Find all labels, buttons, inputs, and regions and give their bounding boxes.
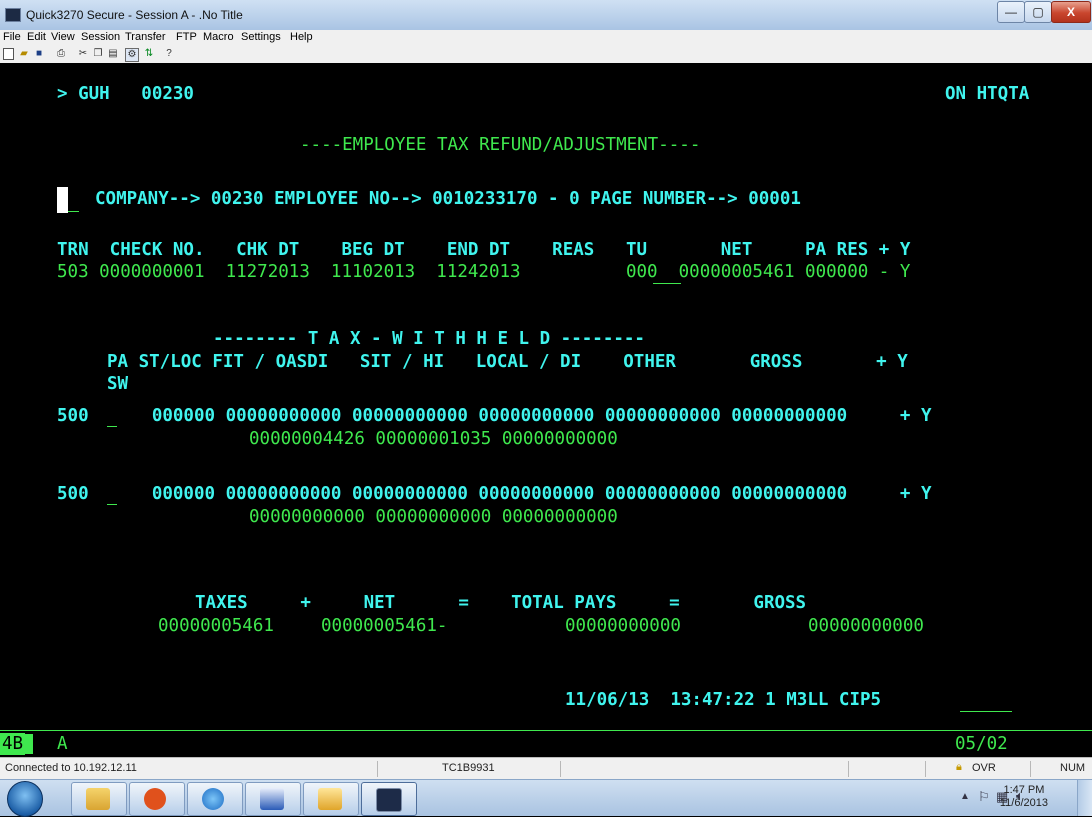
office-app-icon (144, 788, 166, 810)
show-desktop-button[interactable] (1077, 780, 1092, 816)
copy-icon[interactable]: ❐ (92, 48, 104, 60)
numlock-indicator: NUM (1060, 762, 1086, 774)
overwrite-indicator: OVR (972, 762, 996, 774)
maximize-button[interactable]: ▢ (1024, 1, 1052, 23)
taskbar-explorer[interactable] (71, 782, 127, 816)
quick3270-icon (376, 788, 402, 812)
menu-settings[interactable]: Settings (241, 31, 281, 43)
taskbar-office[interactable] (129, 782, 185, 816)
status-bar: Connected to 10.192.12.11 TC1B9931 🔒︎ OV… (0, 757, 1092, 780)
oia-mode: A (57, 734, 68, 754)
cut-icon[interactable]: ✂ (77, 48, 89, 60)
transaction-header: > GUH 00230 (57, 84, 194, 104)
footer-timestamp: 11/06/13 13:47:22 1 M3LL CIP5 (565, 690, 882, 710)
taskbar: ▲ ⚐ ▦ 🔈︎ 1:47 PM 11/6/2013 (0, 779, 1092, 817)
connection-status: Connected to 10.192.12.11 (5, 762, 137, 774)
tax-row-2: 500 000000 00000000000 00000000000 00000… (57, 484, 932, 504)
menu-transfer[interactable]: Transfer (125, 31, 166, 43)
tax-header-sw: SW (107, 374, 129, 394)
tax-row-2-line2: 00000000000 00000000000 00000000000 (249, 507, 618, 527)
gross-value: 00000000000 (808, 616, 924, 636)
oia-block (24, 734, 33, 754)
reason-input[interactable] (653, 283, 681, 284)
menu-file[interactable]: File (3, 31, 21, 43)
oia-cursor-position: 05/02 (955, 734, 1008, 754)
outlook-icon (318, 788, 342, 810)
action-center-flag-icon[interactable]: ⚐ (978, 789, 990, 805)
tax-row-1: 500 000000 00000000000 00000000000 00000… (57, 406, 932, 426)
menu-help[interactable]: Help (290, 31, 313, 43)
new-icon[interactable] (3, 48, 14, 60)
footer-input[interactable] (960, 711, 1012, 712)
title-bar: Quick3270 Secure - Session A - .No Title… (0, 0, 1092, 30)
region-indicator: ON HTQTA (945, 84, 1030, 104)
system-clock[interactable]: 1:47 PM 11/6/2013 (1000, 784, 1048, 810)
app-icon (5, 8, 21, 22)
taskbar-ie[interactable] (187, 782, 243, 816)
toolbar: ▰ ■ ⎙ ✂ ❐ ▤ ⚙ ⇅ ? (0, 46, 1092, 64)
totals-labels: TAXES + NET = TOTAL PAYS = GROSS (195, 593, 807, 613)
tax-row-1-line2: 00000004426 00000001035 00000000000 (249, 429, 618, 449)
menu-edit[interactable]: Edit (27, 31, 46, 43)
oia-indicator: 4B (0, 733, 26, 755)
paste-icon[interactable]: ▤ (107, 48, 119, 60)
menu-macro[interactable]: Macro (203, 31, 234, 43)
tax-row-1-pa-input[interactable] (107, 426, 117, 427)
tax-row-2-pa-input[interactable] (107, 504, 117, 505)
clock-time: 1:47 PM (1003, 784, 1045, 796)
taskbar-outlook[interactable] (303, 782, 359, 816)
command-field-underline[interactable] (68, 211, 79, 212)
windows-explorer-icon (86, 788, 110, 810)
lock-icon: 🔒︎ (956, 761, 962, 773)
screen-title: ----EMPLOYEE TAX REFUND/ADJUSTMENT---- (300, 135, 701, 155)
macro-icon[interactable]: ⚙ (125, 48, 139, 62)
cursor (57, 187, 68, 213)
minimize-button[interactable]: — (997, 1, 1025, 23)
total-pays-value: 00000000000 (565, 616, 681, 636)
check-row: 503 0000000001 11272013 11102013 1124201… (57, 262, 911, 282)
check-header: TRN CHECK NO. CHK DT BEG DT END DT REAS … (57, 240, 911, 260)
net-value: 00000005461- (321, 616, 448, 636)
clock-date: 11/6/2013 (999, 797, 1048, 809)
help-icon[interactable]: ? (163, 48, 175, 60)
terminal-name: TC1B9931 (442, 762, 495, 774)
transfer-icon[interactable]: ⇅ (143, 48, 155, 60)
operator-info-area: 4B A 05/02 (0, 731, 1092, 757)
tax-withheld-heading: -------- T A X - W I T H H E L D -------… (213, 329, 645, 349)
menu-bar: File Edit View Session Transfer FTP Macr… (0, 30, 1092, 46)
taskbar-word[interactable] (245, 782, 301, 816)
taskbar-quick3270[interactable] (361, 782, 417, 816)
open-icon[interactable]: ▰ (18, 48, 30, 60)
menu-session[interactable]: Session (81, 31, 120, 43)
tax-header: PA ST/LOC FIT / OASDI SIT / HI LOCAL / D… (107, 352, 908, 372)
save-icon[interactable]: ■ (33, 48, 45, 60)
start-button[interactable] (7, 781, 43, 817)
show-hidden-icons-icon[interactable]: ▲ (960, 791, 970, 802)
taxes-value: 00000005461 (158, 616, 274, 636)
close-button[interactable]: X (1051, 1, 1091, 23)
internet-explorer-icon (202, 788, 224, 810)
menu-ftp[interactable]: FTP (176, 31, 197, 43)
terminal-screen[interactable]: > GUH 00230 ON HTQTA ----EMPLOYEE TAX RE… (0, 63, 1092, 730)
company-line: COMPANY--> 00230 EMPLOYEE NO--> 00102331… (95, 189, 801, 209)
word-icon (260, 788, 284, 810)
print-icon[interactable]: ⎙ (55, 48, 67, 60)
window-title: Quick3270 Secure - Session A - .No Title (26, 8, 243, 22)
menu-view[interactable]: View (51, 31, 75, 43)
